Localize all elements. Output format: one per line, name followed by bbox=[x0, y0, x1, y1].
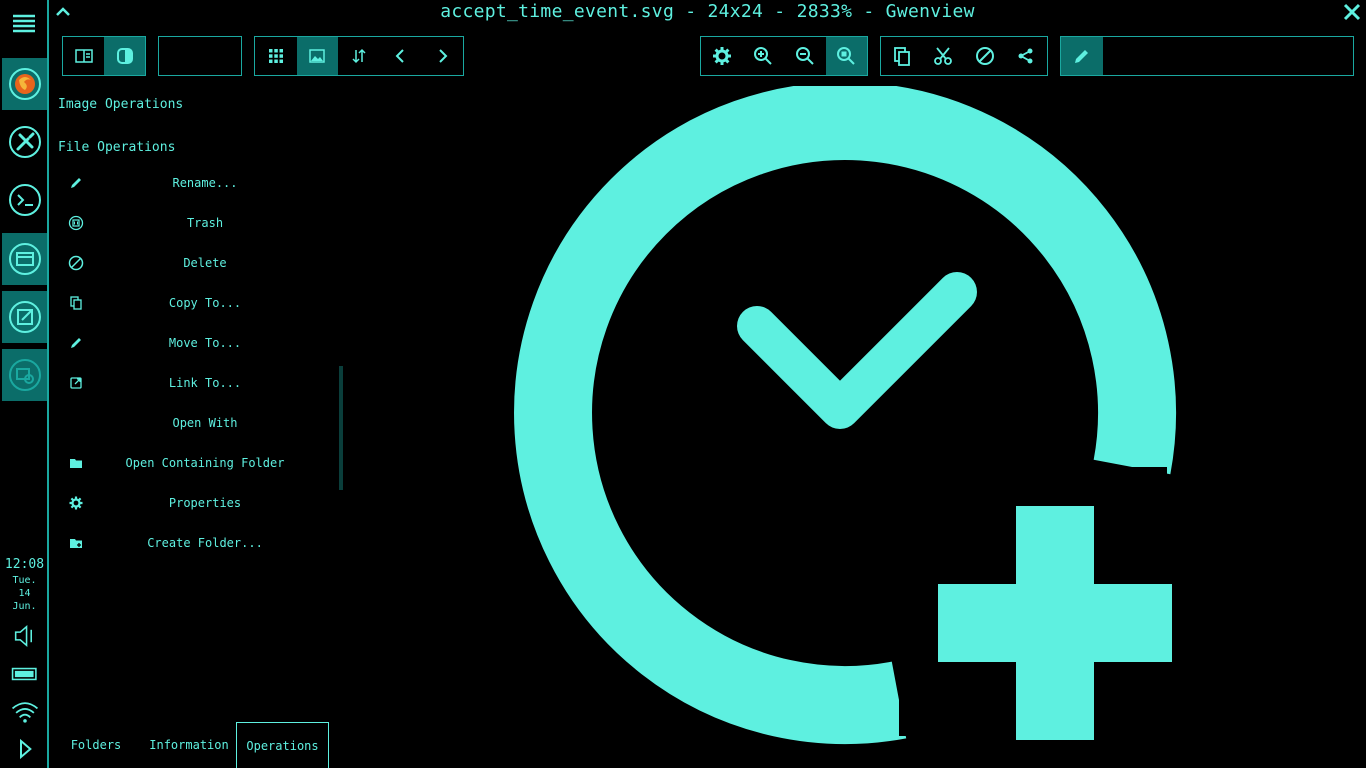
operation-label: Move To... bbox=[168, 336, 242, 350]
volume-button[interactable] bbox=[2, 612, 47, 660]
close-icon bbox=[1343, 3, 1361, 21]
terminal-icon bbox=[8, 184, 41, 216]
edit-button[interactable] bbox=[1061, 37, 1103, 75]
zoom-toolbar bbox=[700, 36, 868, 76]
contrast-icon bbox=[116, 48, 133, 64]
close-button[interactable] bbox=[1342, 2, 1362, 22]
image-operations-header[interactable]: Image Operations bbox=[58, 97, 183, 112]
settings-tools-icon bbox=[8, 126, 41, 158]
browse-button[interactable] bbox=[255, 37, 297, 75]
copy-button[interactable] bbox=[881, 37, 923, 75]
zoom-fit-button[interactable] bbox=[825, 37, 867, 75]
clock-time: 12:08 bbox=[4, 557, 45, 572]
image-viewer-icon bbox=[8, 359, 41, 391]
toggle-contrast-button[interactable] bbox=[104, 37, 145, 75]
operation-item[interactable]: Rename... bbox=[59, 168, 339, 198]
settings-launcher[interactable] bbox=[2, 116, 47, 168]
grid-icon bbox=[268, 49, 283, 63]
view-button[interactable] bbox=[296, 37, 339, 75]
share-icon bbox=[1018, 48, 1033, 64]
share-button[interactable] bbox=[1006, 37, 1048, 75]
operation-label: Copy To... bbox=[168, 296, 242, 310]
operation-label: Rename... bbox=[172, 176, 238, 190]
navigation-toolbar bbox=[254, 36, 464, 76]
expand-tray-button[interactable] bbox=[2, 732, 47, 766]
next-button[interactable] bbox=[421, 37, 463, 75]
zoom-out-icon bbox=[795, 47, 814, 65]
image-viewer-launcher[interactable] bbox=[2, 349, 47, 401]
operation-item[interactable]: Delete bbox=[59, 248, 339, 278]
sidebar-icon bbox=[74, 49, 93, 63]
terminal-launcher[interactable] bbox=[2, 174, 47, 226]
zoom-in-icon bbox=[754, 47, 772, 65]
hamburger-icon bbox=[13, 14, 35, 33]
notes-icon bbox=[8, 301, 41, 333]
view-mode-toolbar bbox=[62, 36, 146, 76]
notes-launcher[interactable] bbox=[2, 291, 47, 343]
operation-label: Trash bbox=[186, 216, 224, 230]
pencil-icon bbox=[1075, 50, 1088, 63]
operation-item[interactable]: Open Containing Folder bbox=[59, 448, 339, 478]
operation-label: Delete bbox=[183, 256, 227, 270]
operation-item[interactable]: Open With bbox=[59, 408, 339, 438]
window-title: accept_time_event.svg - 24x24 - 2833% - … bbox=[440, 1, 975, 22]
expand-icon bbox=[19, 738, 32, 760]
gear-icon bbox=[712, 47, 731, 65]
chevron-right-icon bbox=[439, 49, 448, 63]
edit-toolbar bbox=[1060, 36, 1354, 76]
operation-item[interactable]: Create Folder... bbox=[59, 528, 339, 558]
image-viewer[interactable] bbox=[349, 82, 1366, 768]
battery-button[interactable] bbox=[2, 660, 47, 688]
toggle-sidebar-button[interactable] bbox=[63, 37, 104, 75]
battery-icon bbox=[11, 667, 37, 681]
operation-label: Link To... bbox=[168, 376, 242, 390]
delete-icon bbox=[975, 47, 994, 65]
image-icon bbox=[309, 49, 326, 63]
archive-launcher[interactable] bbox=[2, 233, 47, 285]
tab-information[interactable]: Information bbox=[144, 722, 234, 768]
firefox-launcher[interactable] bbox=[2, 58, 47, 110]
empty-toolbar-slot bbox=[158, 36, 242, 76]
zoom-in-button[interactable] bbox=[743, 37, 785, 75]
file-actions-toolbar bbox=[880, 36, 1048, 76]
clock-month: Jun. bbox=[12, 601, 37, 612]
settings-button[interactable] bbox=[701, 37, 743, 75]
operations-panel: Image Operations File Operations Rename.… bbox=[49, 86, 349, 726]
previous-button[interactable] bbox=[380, 37, 422, 75]
copy-icon bbox=[893, 47, 910, 66]
firefox-icon bbox=[8, 68, 41, 100]
sort-icon bbox=[352, 48, 366, 64]
chevron-left-icon bbox=[395, 49, 404, 63]
compare-button[interactable] bbox=[338, 37, 380, 75]
clock-date: 14 bbox=[18, 588, 31, 599]
operation-label: Properties bbox=[168, 496, 242, 510]
operation-item[interactable]: Copy To... bbox=[59, 288, 339, 318]
title-bar: accept_time_event.svg - 24x24 - 2833% - … bbox=[49, 0, 1366, 26]
wifi-button[interactable] bbox=[2, 694, 47, 730]
tab-folders[interactable]: Folders bbox=[62, 722, 130, 768]
scissors-icon bbox=[934, 47, 953, 65]
delete-button[interactable] bbox=[964, 37, 1006, 75]
cut-button[interactable] bbox=[923, 37, 965, 75]
zoom-fit-icon bbox=[837, 47, 855, 65]
operation-label: Open With bbox=[172, 416, 238, 430]
zoom-out-button[interactable] bbox=[784, 37, 826, 75]
operation-item[interactable]: Trash bbox=[59, 208, 339, 238]
main-menu-button[interactable] bbox=[11, 12, 37, 36]
accept-time-event-image bbox=[514, 82, 1177, 745]
tab-operations[interactable]: Operations bbox=[236, 722, 329, 768]
archive-icon bbox=[8, 243, 41, 275]
operation-label: Create Folder... bbox=[147, 536, 263, 550]
file-operations-header[interactable]: File Operations bbox=[58, 140, 175, 155]
app-dock: 12:08 Tue. 14 Jun. bbox=[0, 0, 49, 768]
panel-scrollbar[interactable] bbox=[339, 366, 343, 490]
operation-item[interactable]: Move To... bbox=[59, 328, 339, 358]
operation-item[interactable]: Properties bbox=[59, 488, 339, 518]
volume-icon bbox=[14, 624, 32, 648]
wifi-icon bbox=[11, 702, 38, 723]
clock-day: Tue. bbox=[12, 575, 37, 586]
operation-label: Open Containing Folder bbox=[125, 456, 285, 470]
operation-item[interactable]: Link To... bbox=[59, 368, 339, 398]
